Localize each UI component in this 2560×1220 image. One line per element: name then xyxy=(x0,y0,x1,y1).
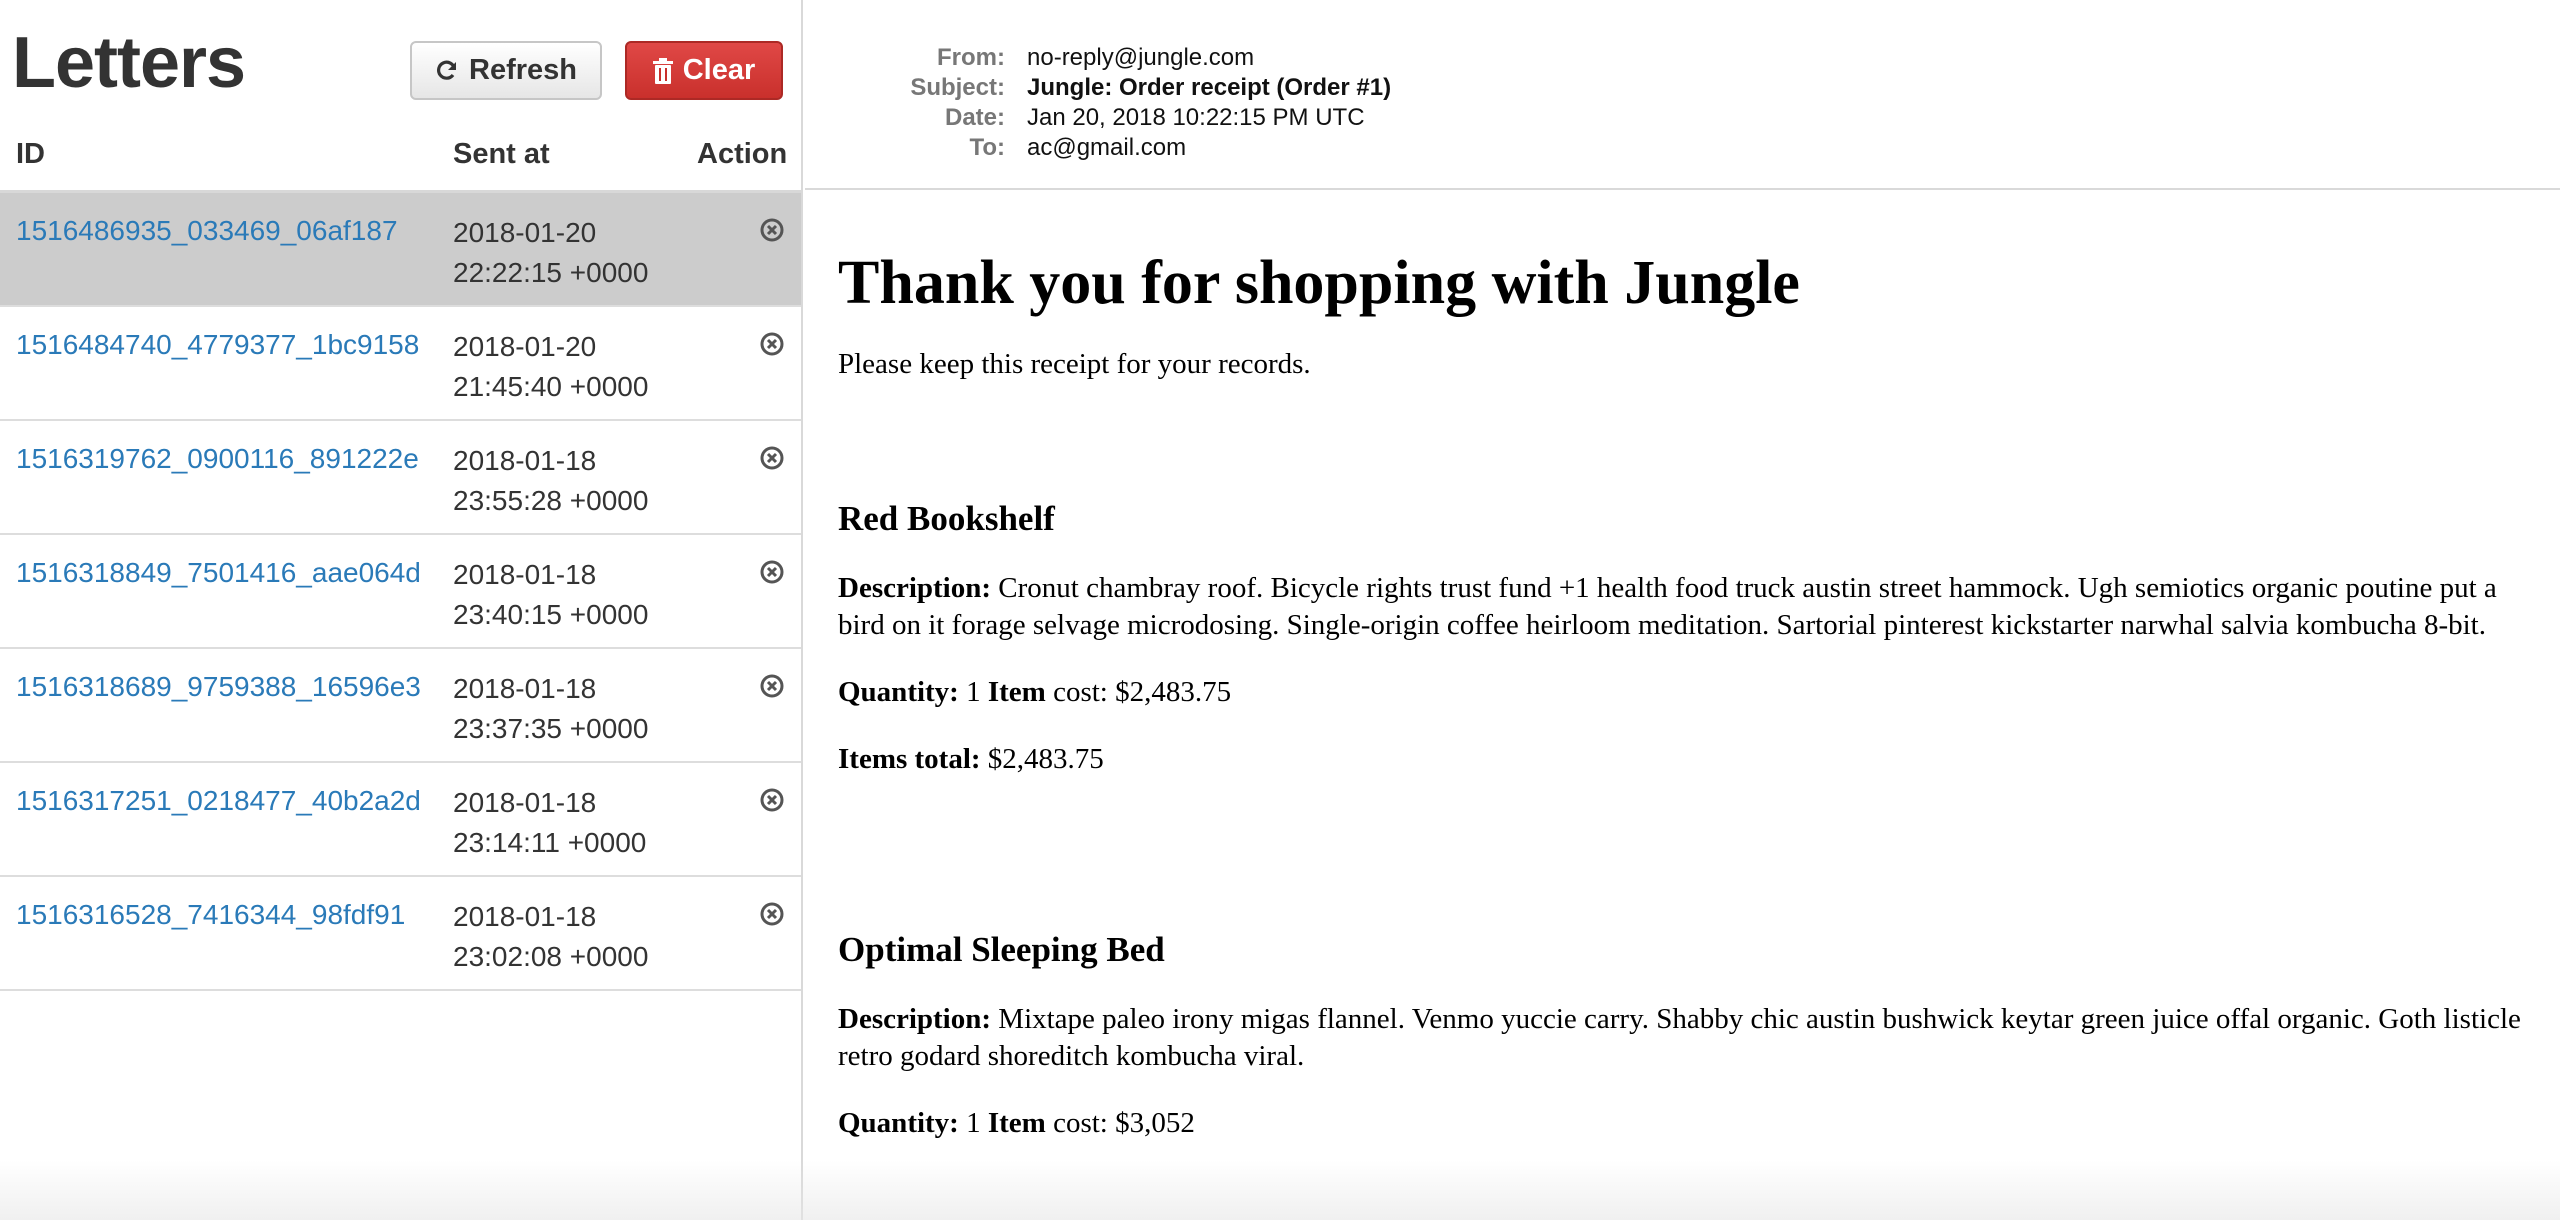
column-header-action: Action xyxy=(697,138,788,170)
trash-icon xyxy=(652,57,673,84)
letter-row[interactable]: 1516317251_0218477_40b2a2d 2018-01-18 23… xyxy=(0,763,801,877)
letter-preview: From: no-reply@jungle.com Subject: Jungl… xyxy=(805,0,2560,1220)
email-intro: Please keep this receipt for your record… xyxy=(838,348,1311,380)
email-body: Thank you for shopping with Jungle Pleas… xyxy=(838,248,2538,1172)
clear-label: Clear xyxy=(682,54,756,86)
items-total-value: $2,483.75 xyxy=(987,743,1104,775)
refresh-button[interactable]: Refresh xyxy=(410,41,602,100)
letter-id-link[interactable]: 1516484740_4779377_1bc9158 xyxy=(16,329,419,361)
product-quantity-cost: Quantity: 1 Item cost: $2,483.75 xyxy=(838,674,2538,711)
description-label: Description: xyxy=(838,1003,992,1035)
product-item: Red Bookshelf Description: Cronut chambr… xyxy=(838,499,2538,778)
letter-sent-date: 2018-01-18 xyxy=(453,673,597,704)
product-name: Optimal Sleeping Bed xyxy=(838,930,1165,969)
letter-id-link[interactable]: 1516319762_0900116_891222e xyxy=(16,443,419,475)
description-text: Cronut chambray roof. Bicycle rights tru… xyxy=(838,572,2497,641)
cost-label: cost: xyxy=(1053,1107,1108,1139)
product-quantity-cost: Quantity: 1 Item cost: $3,052 xyxy=(838,1105,2538,1142)
quantity-label: Quantity: xyxy=(838,1107,959,1139)
letter-row[interactable]: 1516486935_033469_06af187 2018-01-20 22:… xyxy=(0,193,801,307)
items-total-label: Items total: xyxy=(838,743,981,775)
letters-list: 1516486935_033469_06af187 2018-01-20 22:… xyxy=(0,193,801,991)
header-date-value: Jan 20, 2018 10:22:15 PM UTC xyxy=(1027,104,1365,131)
item-cost-value: $2,483.75 xyxy=(1115,676,1232,708)
letter-sent-at: 2018-01-20 22:22:15 +0000 xyxy=(453,213,648,293)
item-label: Item xyxy=(987,676,1046,708)
remove-circle-icon[interactable] xyxy=(759,559,785,585)
letters-sidebar: Letters Refresh Clear ID Sent at Action … xyxy=(0,0,803,1220)
letter-row[interactable]: 1516319762_0900116_891222e 2018-01-18 23… xyxy=(0,421,801,535)
item-cost-value: $3,052 xyxy=(1115,1107,1195,1139)
letter-sent-date: 2018-01-18 xyxy=(453,445,597,476)
cost-label: cost: xyxy=(1053,676,1108,708)
sidebar-header: Letters Refresh Clear xyxy=(0,0,801,120)
email-heading: Thank you for shopping with Jungle xyxy=(838,249,1800,317)
letter-sent-time: 23:14:11 +0000 xyxy=(453,827,647,858)
remove-circle-icon[interactable] xyxy=(759,901,785,927)
product-description: Description: Mixtape paleo irony migas f… xyxy=(838,1001,2538,1075)
letter-row[interactable]: 1516484740_4779377_1bc9158 2018-01-20 21… xyxy=(0,307,801,421)
product-items-total: Items total: $2,483.75 xyxy=(838,741,2538,778)
header-to-value: ac@gmail.com xyxy=(1027,134,1187,161)
letter-row[interactable]: 1516318689_9759388_16596e3 2018-01-18 23… xyxy=(0,649,801,763)
letter-sent-date: 2018-01-20 xyxy=(453,331,597,362)
header-subject-value: Jungle: Order receipt (Order #1) xyxy=(1027,74,1392,101)
column-header-sent-at: Sent at xyxy=(453,138,550,170)
letter-sent-at: 2018-01-20 21:45:40 +0000 xyxy=(453,327,648,407)
letter-id-link[interactable]: 1516317251_0218477_40b2a2d xyxy=(16,785,421,817)
email-headers: From: no-reply@jungle.com Subject: Jungl… xyxy=(805,0,2560,190)
letter-sent-date: 2018-01-18 xyxy=(453,559,597,590)
clear-button[interactable]: Clear xyxy=(625,41,783,100)
product-item: Optimal Sleeping Bed Description: Mixtap… xyxy=(838,930,2538,1142)
letter-sent-at: 2018-01-18 23:14:11 +0000 xyxy=(453,783,646,863)
remove-circle-icon[interactable] xyxy=(759,673,785,699)
letter-sent-time: 23:55:28 +0000 xyxy=(453,485,649,516)
letter-sent-date: 2018-01-18 xyxy=(453,787,597,818)
letter-sent-time: 22:22:15 +0000 xyxy=(453,257,649,288)
letter-id-link[interactable]: 1516318849_7501416_aae064d xyxy=(16,557,421,589)
header-subject-label: Subject: xyxy=(910,74,1005,101)
letter-sent-time: 23:40:15 +0000 xyxy=(453,599,649,630)
remove-circle-icon[interactable] xyxy=(759,217,785,243)
header-date-label: Date: xyxy=(944,104,1005,131)
header-from-label: From: xyxy=(937,44,1005,71)
quantity-label: Quantity: xyxy=(838,676,959,708)
product-description: Description: Cronut chambray roof. Bicyc… xyxy=(838,570,2538,644)
letter-sent-at: 2018-01-18 23:02:08 +0000 xyxy=(453,897,648,977)
letter-sent-at: 2018-01-18 23:40:15 +0000 xyxy=(453,555,648,635)
refresh-icon xyxy=(435,59,459,83)
item-label: Item xyxy=(987,1107,1046,1139)
letter-sent-time: 23:37:35 +0000 xyxy=(453,713,649,744)
letter-row[interactable]: 1516316528_7416344_98fdf91 2018-01-18 23… xyxy=(0,877,801,991)
header-from-value: no-reply@jungle.com xyxy=(1027,44,1255,71)
page-title: Letters xyxy=(12,23,246,103)
letter-sent-date: 2018-01-20 xyxy=(453,217,597,248)
remove-circle-icon[interactable] xyxy=(759,331,785,357)
quantity-value: 1 xyxy=(966,1107,981,1139)
refresh-label: Refresh xyxy=(469,54,577,86)
remove-circle-icon[interactable] xyxy=(759,445,785,471)
quantity-value: 1 xyxy=(966,676,981,708)
letter-sent-at: 2018-01-18 23:37:35 +0000 xyxy=(453,669,648,749)
letter-opener-app: Letters Refresh Clear ID Sent at Action … xyxy=(0,0,2560,1220)
product-name: Red Bookshelf xyxy=(838,499,1055,538)
letter-sent-date: 2018-01-18 xyxy=(453,901,597,932)
remove-circle-icon[interactable] xyxy=(759,787,785,813)
letter-sent-time: 21:45:40 +0000 xyxy=(453,371,649,402)
letter-id-link[interactable]: 1516316528_7416344_98fdf91 xyxy=(16,899,405,931)
letter-id-link[interactable]: 1516486935_033469_06af187 xyxy=(16,215,398,247)
header-to-label: To: xyxy=(969,134,1005,161)
description-label: Description: xyxy=(838,572,992,604)
letter-row[interactable]: 1516318849_7501416_aae064d 2018-01-18 23… xyxy=(0,535,801,649)
letter-sent-at: 2018-01-18 23:55:28 +0000 xyxy=(453,441,648,521)
column-header-id: ID xyxy=(16,138,45,170)
letter-sent-time: 23:02:08 +0000 xyxy=(453,941,649,972)
letter-id-link[interactable]: 1516318689_9759388_16596e3 xyxy=(16,671,421,703)
description-text: Mixtape paleo irony migas flannel. Venmo… xyxy=(838,1003,2521,1072)
letters-table-header: ID Sent at Action xyxy=(0,120,801,193)
